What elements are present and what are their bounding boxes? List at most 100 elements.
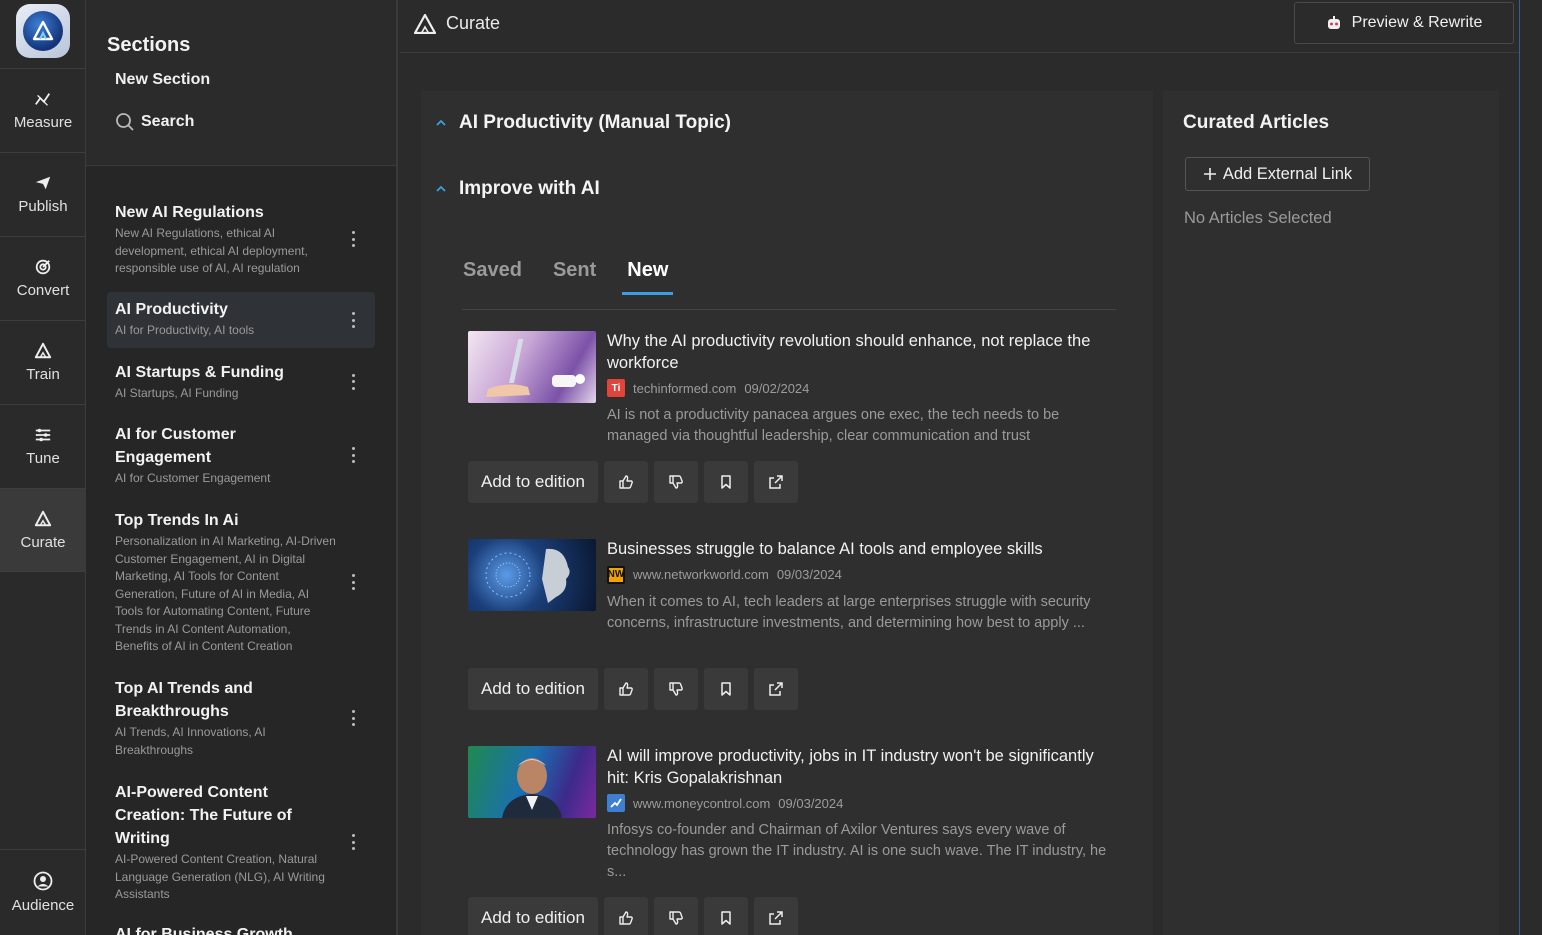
thumbs-down-button[interactable] (653, 897, 698, 935)
article-thumbnail[interactable] (468, 539, 596, 611)
section-keywords: AI-Powered Content Creation, Natural Lan… (115, 852, 325, 901)
robot-icon (1327, 16, 1340, 29)
source-favicon: NW (607, 565, 625, 584)
section-item[interactable]: AI for Business Growth (107, 917, 375, 935)
section-name: AI for Business Growth (115, 926, 293, 935)
top-bar: Curate Preview & Rewrite (400, 0, 1520, 53)
article-date: 09/03/2024 (778, 795, 844, 811)
section-item[interactable]: AI Productivity AI for Productivity, AI … (107, 292, 375, 348)
ai-logo-icon (23, 11, 63, 51)
article-meta: www.moneycontrol.com 09/03/2024 (607, 794, 1107, 812)
article-meta: NW www.networkworld.com 09/03/2024 (607, 565, 1107, 584)
add-to-edition-button[interactable]: Add to edition (468, 461, 598, 503)
add-to-edition-button[interactable]: Add to edition (468, 668, 598, 710)
more-options-icon[interactable] (351, 312, 355, 328)
article-date: 09/02/2024 (744, 380, 810, 396)
add-external-link-label: Add External Link (1222, 164, 1353, 183)
preview-rewrite-label: Preview & Rewrite (1351, 14, 1483, 31)
ai-logo-icon (34, 510, 52, 526)
section-item[interactable]: Top AI Trends and Breakthroughs AI Trend… (107, 671, 375, 765)
thumbs-down-button[interactable] (653, 668, 698, 710)
ai-logo-icon (34, 342, 52, 359)
more-options-icon[interactable] (351, 231, 355, 248)
section-keywords: New AI Regulations, ethical AI developme… (115, 226, 308, 275)
rail-item-convert[interactable]: Convert (0, 236, 86, 320)
rail-item-train[interactable]: Train (0, 320, 86, 404)
page-title-text: Curate (446, 13, 501, 33)
section-item[interactable]: AI-Powered Content Creation: The Future … (107, 775, 375, 910)
ai-logo-icon (414, 13, 436, 34)
rail-item-audience[interactable]: Audience (0, 849, 86, 935)
article-title[interactable]: AI will improve productivity, jobs in IT… (607, 746, 1107, 789)
bookmark-icon (721, 475, 731, 489)
thumbs-down-button[interactable] (653, 461, 698, 503)
thumbs-up-button[interactable] (603, 897, 648, 935)
search-label: Search (141, 113, 195, 130)
article-thumbnail[interactable] (468, 331, 596, 403)
article-title[interactable]: Why the AI productivity revolution shoul… (607, 331, 1107, 374)
section-name: AI Startups & Funding (115, 364, 284, 381)
sections-title: Sections (107, 34, 191, 56)
section-item[interactable]: AI for Customer Engagement AI for Custom… (107, 417, 375, 494)
add-to-edition-button[interactable]: Add to edition (468, 897, 598, 935)
preview-rewrite-button[interactable]: Preview & Rewrite (1294, 2, 1514, 44)
bookmark-button[interactable] (703, 668, 748, 710)
open-external-button[interactable] (753, 668, 798, 710)
section-item[interactable]: AI Startups & Funding AI Startups, AI Fu… (107, 355, 375, 409)
open-external-button[interactable] (753, 461, 798, 503)
sliders-icon (35, 428, 51, 442)
tab-sent[interactable]: Sent (553, 255, 600, 295)
new-section-button[interactable]: New Section (115, 71, 210, 89)
curated-articles-panel: Curated Articles Add External Link No Ar… (1163, 91, 1499, 935)
article-source[interactable]: www.networkworld.com (633, 567, 769, 582)
article-tabs: Saved Sent New (463, 255, 674, 295)
section-item[interactable]: Top Trends In Ai Personalization in AI M… (107, 503, 375, 662)
rail-item-label: Convert (16, 282, 70, 299)
article-source[interactable]: www.moneycontrol.com (633, 796, 770, 811)
more-options-icon[interactable] (351, 373, 355, 390)
thumbs-up-button[interactable] (603, 461, 648, 503)
bookmark-button[interactable] (703, 461, 748, 503)
more-options-icon[interactable] (351, 447, 355, 464)
rail-item-measure[interactable]: Measure (0, 68, 86, 152)
improve-with-ai-toggle[interactable]: Improve with AI (435, 178, 600, 200)
search-button[interactable]: Search (115, 112, 194, 132)
section-name: Top Trends In Ai (115, 512, 239, 529)
more-options-icon[interactable] (351, 834, 355, 851)
rail-item-curate[interactable]: Curate (0, 488, 86, 572)
external-link-icon (769, 911, 783, 925)
add-external-link-button[interactable]: Add External Link (1185, 157, 1370, 191)
thumbs-down-icon (669, 682, 683, 696)
rail-item-label: Audience (11, 897, 75, 914)
section-name: AI-Powered Content Creation: The Future … (115, 784, 292, 847)
article-source[interactable]: techinformed.com (633, 381, 736, 396)
thumbs-up-icon (619, 911, 633, 925)
section-name: Top AI Trends and Breakthroughs (115, 680, 253, 720)
rail-item-label: Train (26, 366, 60, 383)
article-title[interactable]: Businesses struggle to balance AI tools … (607, 539, 1107, 561)
plus-icon (1203, 168, 1216, 180)
article-date: 09/03/2024 (776, 567, 842, 582)
user-circle-icon (33, 871, 53, 891)
section-item[interactable]: New AI Regulations New AI Regulations, e… (107, 195, 375, 284)
rail-item-label: Measure (13, 114, 73, 131)
section-keywords: AI Trends, AI Innovations, AI Breakthrou… (115, 725, 266, 757)
more-options-icon[interactable] (351, 574, 355, 591)
section-name: New AI Regulations (115, 204, 264, 221)
topic-header[interactable]: AI Productivity (Manual Topic) (435, 112, 731, 134)
bookmark-button[interactable] (703, 897, 748, 935)
chevron-up-icon (436, 185, 446, 192)
open-external-button[interactable] (753, 897, 798, 935)
external-link-icon (769, 475, 783, 489)
article-thumbnail[interactable] (468, 746, 596, 818)
rail-item-label: Publish (18, 198, 68, 215)
moneycontrol-logo-icon (610, 798, 622, 808)
tab-new[interactable]: New (622, 255, 674, 295)
rail-item-publish[interactable]: Publish (0, 152, 86, 236)
more-options-icon[interactable] (351, 710, 355, 726)
app-logo[interactable] (16, 4, 70, 58)
thumbs-up-button[interactable] (603, 668, 648, 710)
tab-saved[interactable]: Saved (463, 255, 526, 295)
rail-item-tune[interactable]: Tune (0, 404, 86, 488)
tabs-divider (462, 309, 1116, 310)
